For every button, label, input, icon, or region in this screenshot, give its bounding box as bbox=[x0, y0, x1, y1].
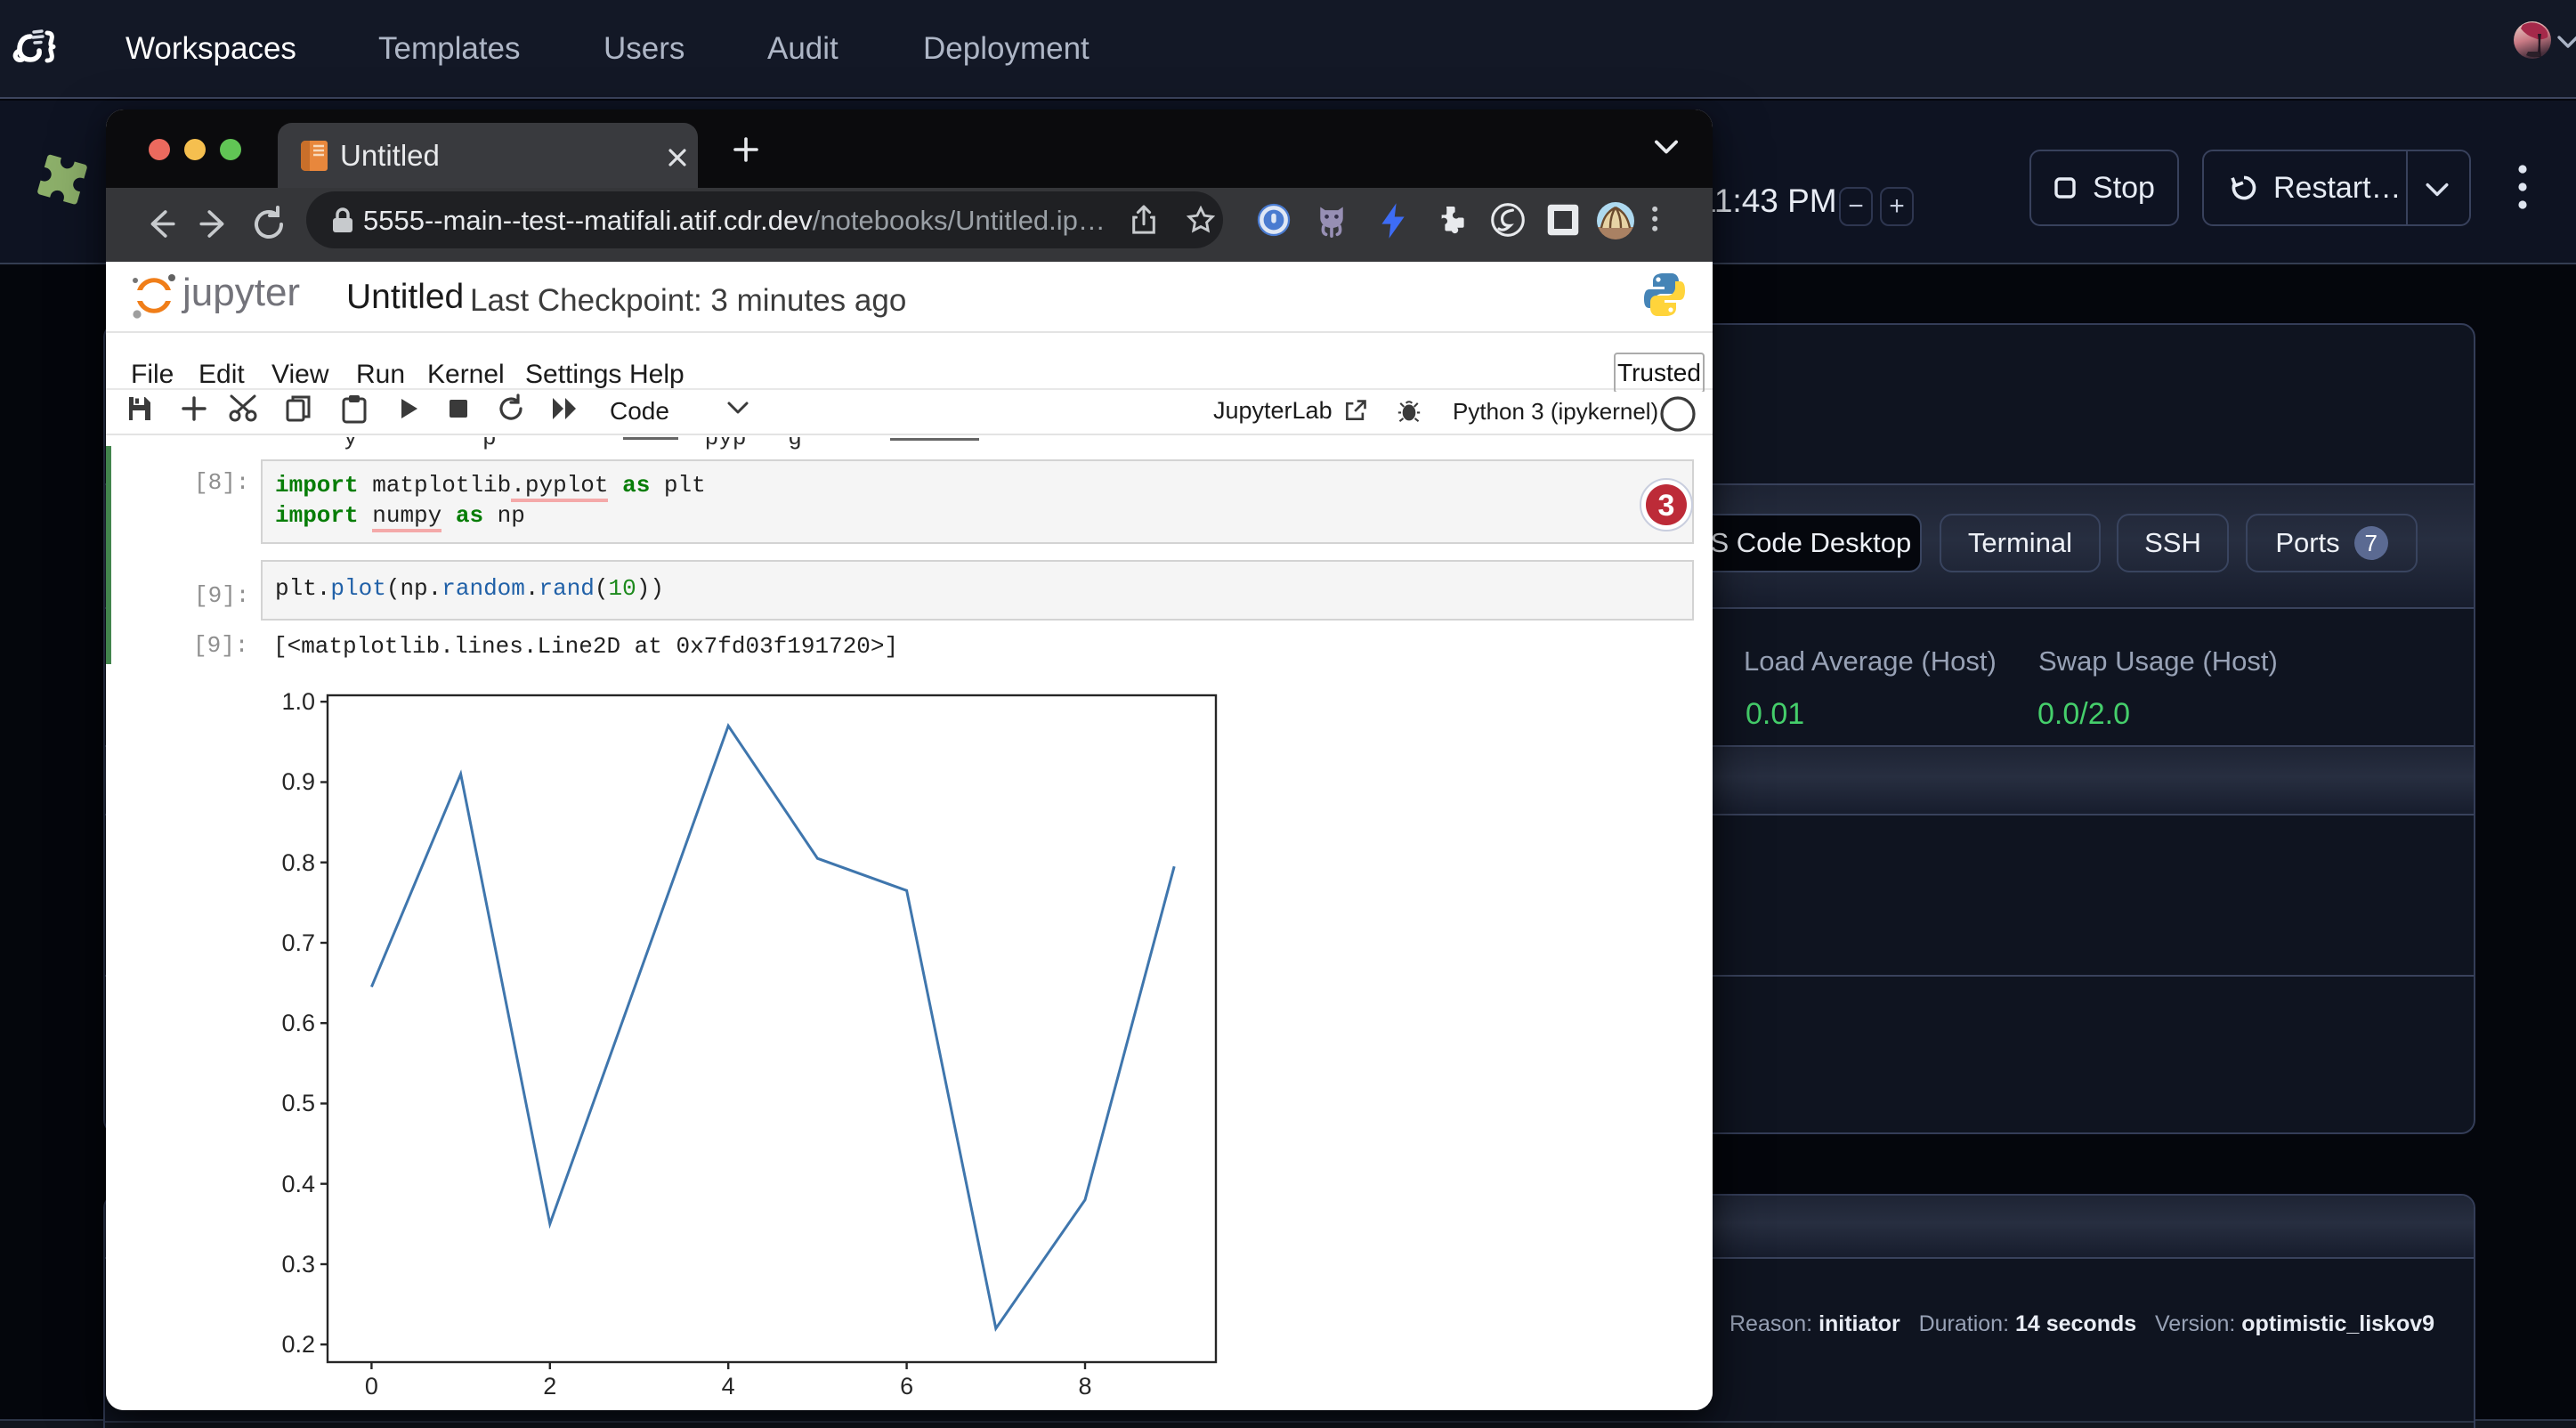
svg-text:8: 8 bbox=[1078, 1373, 1091, 1400]
svg-text:4: 4 bbox=[722, 1373, 735, 1400]
svg-text:0.5: 0.5 bbox=[281, 1090, 315, 1116]
svg-text:2: 2 bbox=[543, 1373, 556, 1400]
svg-text:0.3: 0.3 bbox=[281, 1251, 315, 1278]
svg-text:0: 0 bbox=[365, 1373, 378, 1400]
svg-text:6: 6 bbox=[900, 1373, 913, 1400]
svg-text:0.6: 0.6 bbox=[281, 1010, 315, 1036]
svg-text:0.2: 0.2 bbox=[281, 1331, 315, 1358]
svg-text:0.7: 0.7 bbox=[281, 929, 315, 956]
svg-text:0.9: 0.9 bbox=[281, 768, 315, 795]
svg-text:3: 3 bbox=[1658, 489, 1675, 523]
svg-text:0.4: 0.4 bbox=[281, 1171, 315, 1197]
svg-text:0.8: 0.8 bbox=[281, 849, 315, 876]
svg-text:1.0: 1.0 bbox=[281, 688, 315, 715]
